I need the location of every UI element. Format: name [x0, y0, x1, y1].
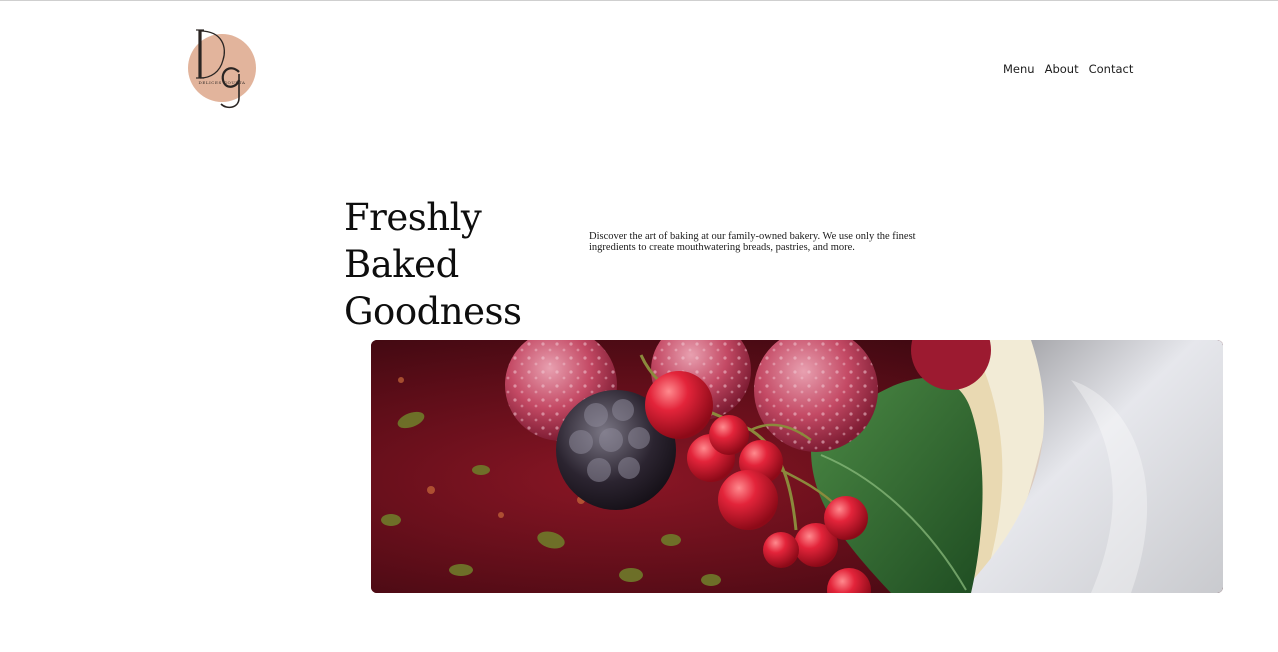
- hero-image: [371, 340, 1223, 593]
- nav-link-contact[interactable]: Contact: [1089, 62, 1134, 76]
- page: DELICES GOURTA Menu About Contact Freshl…: [0, 0, 1278, 652]
- berry-tart-illustration: [371, 340, 1223, 593]
- hero-title-line-1: Freshly Baked: [344, 196, 482, 286]
- logo-circle: [188, 34, 256, 102]
- nav-link-about[interactable]: About: [1045, 62, 1079, 76]
- nav-link-menu[interactable]: Menu: [1003, 62, 1035, 76]
- hero-title: Freshly Baked Goodness: [344, 194, 594, 335]
- hero-description: Discover the art of baking at our family…: [589, 231, 916, 253]
- hero-title-line-2: Goodness: [344, 290, 522, 333]
- brand-logo[interactable]: DELICES GOURTA: [187, 28, 259, 110]
- logo-wordmark: DELICES GOURTA: [199, 80, 246, 85]
- main-nav: Menu About Contact: [1003, 62, 1133, 76]
- logo-mark: DELICES GOURTA: [188, 29, 256, 109]
